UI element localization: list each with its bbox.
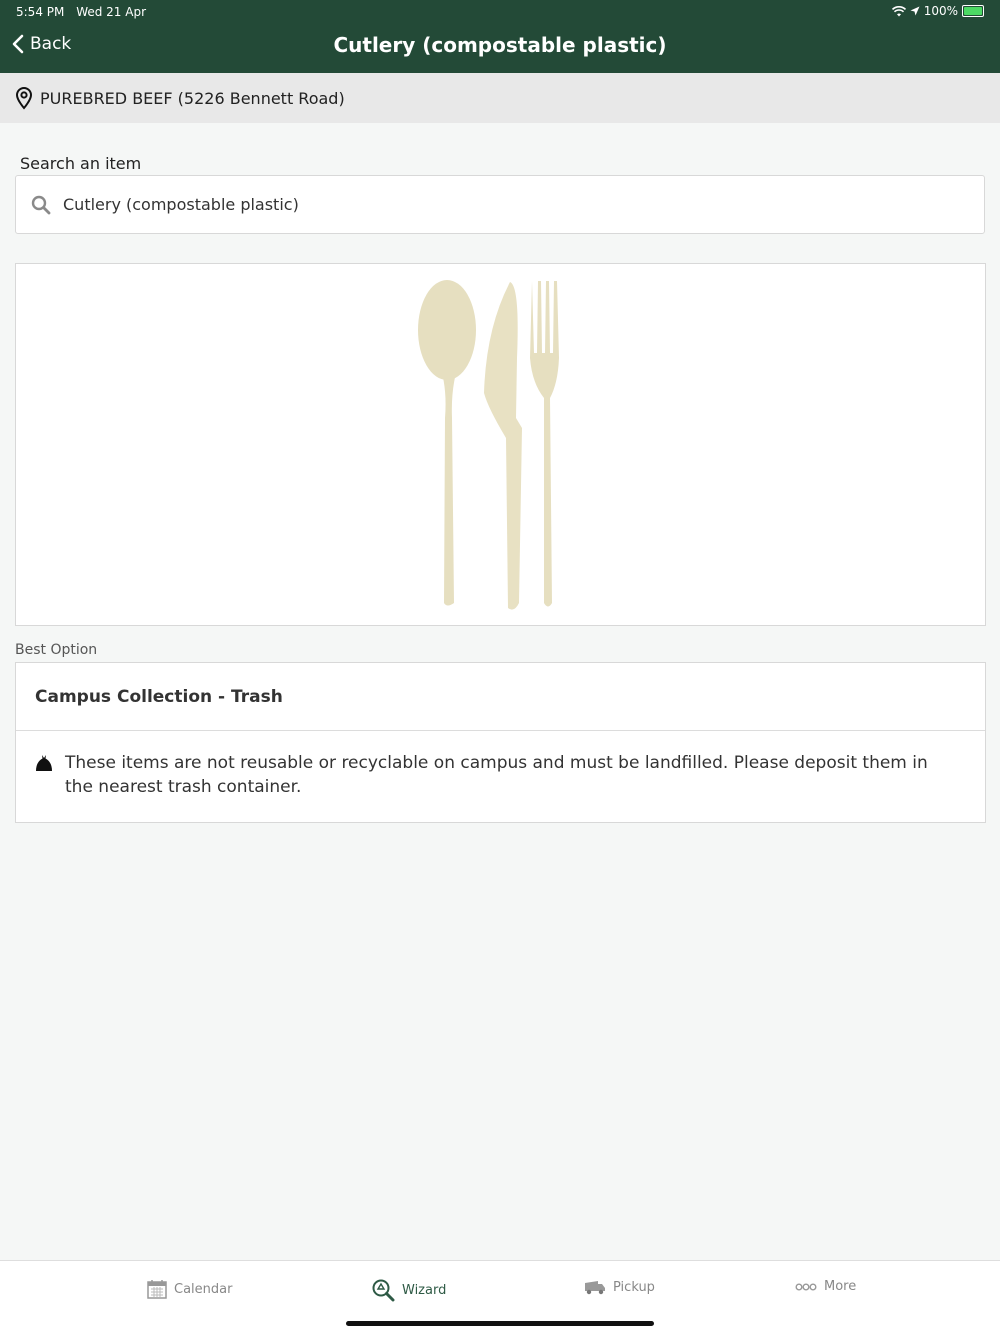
option-description: These items are not reusable or recyclab…: [65, 753, 928, 797]
search-field[interactable]: [15, 175, 985, 234]
recycle-search-icon: [372, 1279, 395, 1302]
status-bar-left: 5:54 PM Wed 21 Apr: [16, 5, 154, 19]
battery-icon: [962, 5, 984, 17]
trash-bag-icon: [36, 755, 52, 771]
page-title: Cutlery (compostable plastic): [333, 33, 667, 57]
tab-calendar[interactable]: Calendar: [147, 1279, 232, 1299]
spoon-shape: [418, 280, 476, 606]
tab-more[interactable]: More: [795, 1279, 856, 1294]
cutlery-image: [418, 280, 559, 610]
location-text: PUREBRED BEEF (5226 Bennett Road): [40, 88, 345, 108]
status-time: 5:54 PM: [16, 5, 65, 19]
search-icon: [31, 195, 51, 215]
best-option-label: Best Option: [15, 642, 98, 658]
tab-wizard[interactable]: Wizard: [372, 1279, 446, 1302]
item-image-panel: [15, 263, 986, 626]
option-title: Campus Collection - Trash: [16, 663, 985, 731]
best-option-card: Campus Collection - Trash These items ar…: [15, 662, 986, 823]
option-body: These items are not reusable or recyclab…: [16, 731, 985, 799]
truck-icon: [585, 1281, 605, 1295]
battery-percent: 100%: [923, 4, 958, 18]
search-input[interactable]: [61, 194, 945, 215]
fork-shape: [530, 281, 559, 607]
status-date: Wed 21 Apr: [76, 5, 147, 19]
calendar-icon: [147, 1280, 167, 1299]
wifi-icon: [891, 5, 906, 16]
navigation-bar: 5:54 PM Wed 21 Apr 100% Back Cutlery (co…: [0, 0, 1000, 73]
knife-shape: [484, 282, 522, 610]
location-bar[interactable]: PUREBRED BEEF (5226 Bennett Road): [0, 73, 1000, 123]
location-arrow-icon: [910, 6, 920, 16]
search-label: Search an item: [20, 154, 142, 173]
tab-wizard-label: Wizard: [402, 1283, 447, 1298]
tab-more-label: More: [824, 1279, 857, 1294]
tab-pickup-label: Pickup: [613, 1279, 655, 1295]
tab-pickup[interactable]: Pickup: [584, 1279, 655, 1295]
status-bar-right: 100%: [891, 4, 984, 18]
tab-calendar-label: Calendar: [174, 1281, 233, 1297]
more-dots-icon: [795, 1283, 817, 1290]
map-pin-icon: [14, 86, 34, 110]
home-indicator[interactable]: [346, 1321, 654, 1326]
